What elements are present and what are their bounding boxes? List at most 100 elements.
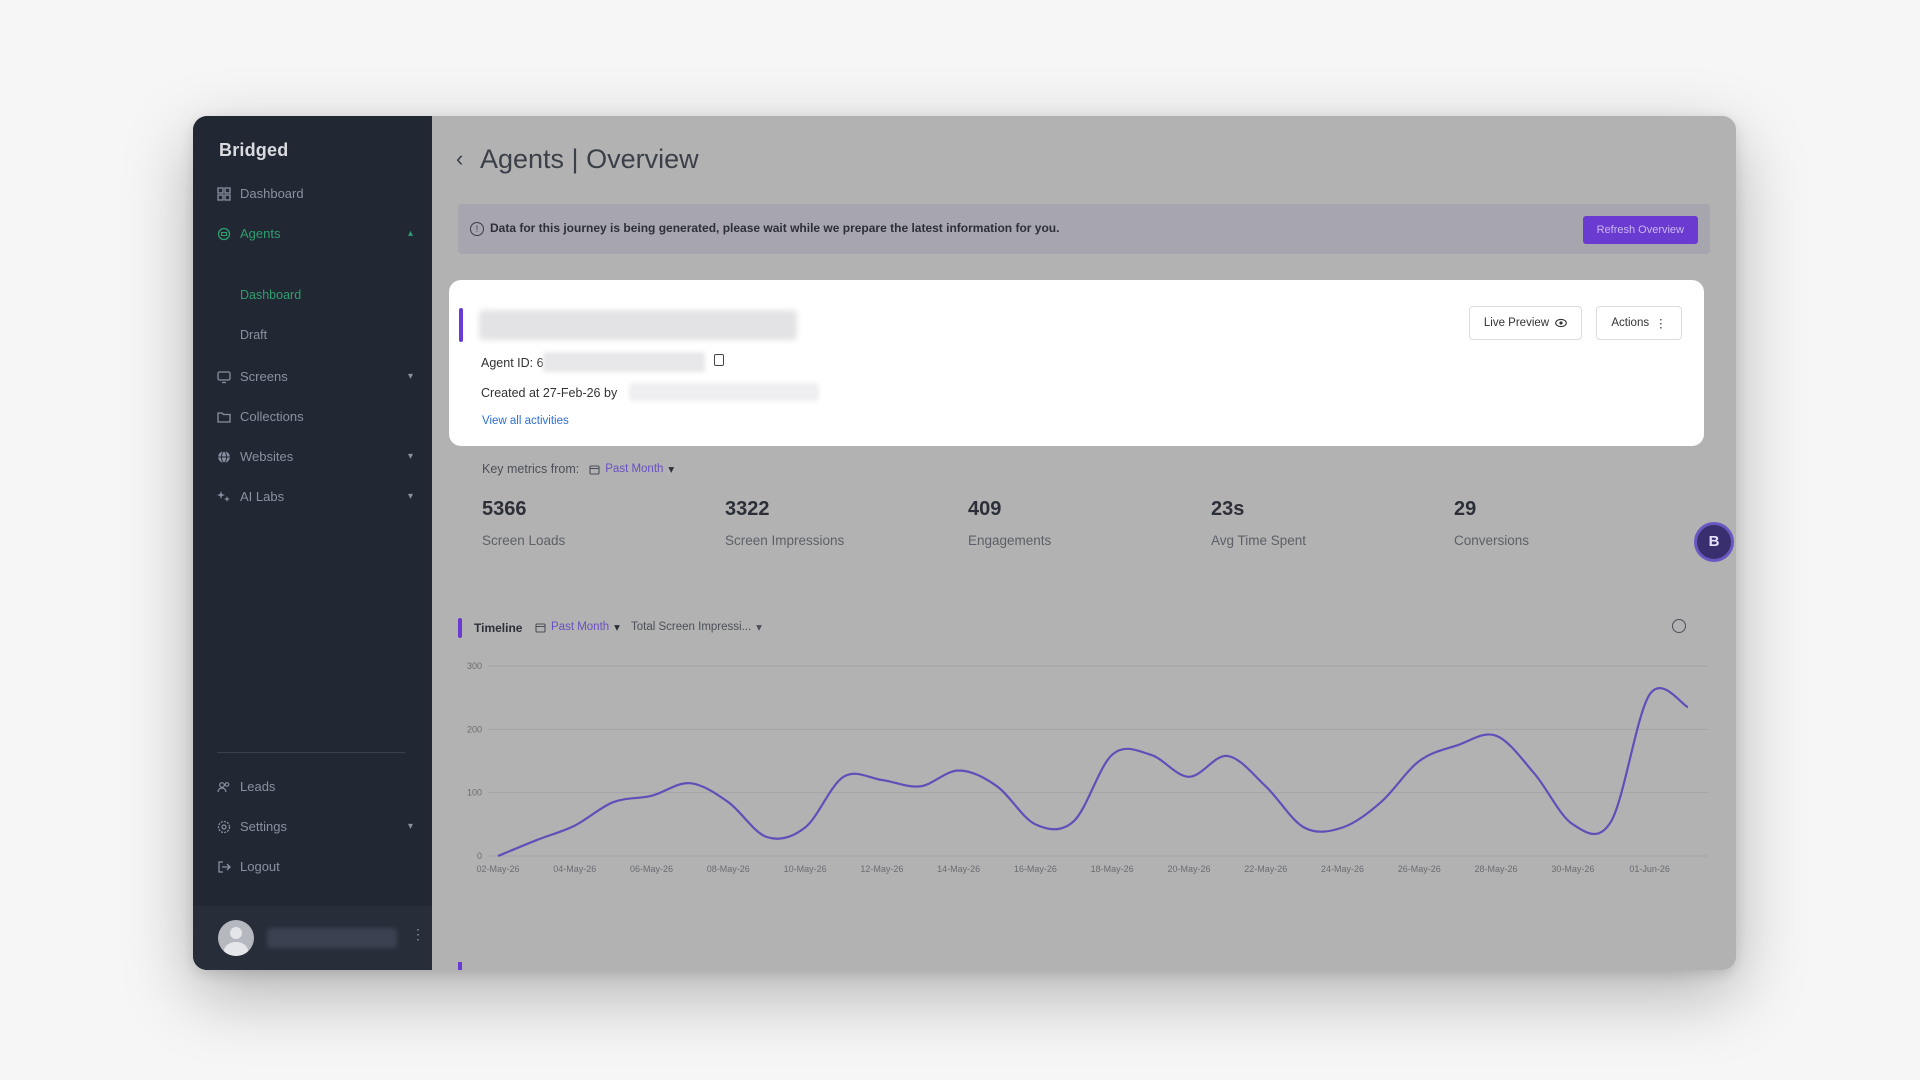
sidebar-item-ai-labs[interactable]: AI Labs ▾ <box>217 489 413 504</box>
more-vertical-icon[interactable]: ⋮ <box>411 926 425 943</box>
x-tick-label: 10-May-26 <box>784 864 827 874</box>
sidebar-item-label: Logout <box>240 859 280 874</box>
creator-redacted <box>629 383 819 401</box>
sidebar-item-label: Leads <box>240 779 276 794</box>
logout-icon <box>218 860 231 873</box>
sidebar-item-dashboard[interactable]: Dashboard <box>217 186 413 201</box>
y-tick-label: 200 <box>467 724 482 734</box>
user-profile[interactable]: ⋮ <box>193 906 432 970</box>
sidebar-item-leads[interactable]: Leads <box>217 779 413 794</box>
sidebar-item-label: Agents <box>240 226 281 241</box>
x-tick-label: 16-May-26 <box>1014 864 1057 874</box>
grid-icon <box>217 186 231 201</box>
actions-label: Actions <box>1611 317 1650 329</box>
created-label: Created at 27-Feb-26 by <box>481 386 618 400</box>
sidebar-item-label: Dashboard <box>240 186 304 201</box>
live-preview-button[interactable]: Live Preview <box>1469 306 1582 340</box>
x-tick-label: 06-May-26 <box>630 864 673 874</box>
main-content: ‹ Agents | Overview ! Data for this jour… <box>432 116 1736 970</box>
chart-settings-icon[interactable] <box>1672 619 1686 633</box>
metric-label: Engagements <box>968 533 1052 548</box>
sidebar-item-label: Collections <box>240 409 304 424</box>
agent-card: Agent ID: 6 Created at 27-Feb-26 by View… <box>449 280 1704 446</box>
metric-value: 5366 <box>482 498 527 520</box>
sidebar-subitem-draft[interactable]: Draft <box>240 328 267 342</box>
chat-widget-button[interactable]: B <box>1694 522 1734 562</box>
sidebar-item-collections[interactable]: Collections <box>217 409 413 424</box>
metric-engagements: 409 Engagements <box>968 498 1051 548</box>
chevron-down-icon: ▾ <box>407 491 413 502</box>
users-icon <box>217 781 230 792</box>
sparkle-icon <box>217 490 230 502</box>
agent-id-redacted <box>543 352 705 372</box>
metric-value: 3322 <box>725 498 770 520</box>
chevron-down-icon: ▾ <box>407 371 413 382</box>
app-window: Bridged Dashboard Agents ▴ Dashboard Dra… <box>193 116 1736 970</box>
series-line <box>497 687 1689 858</box>
x-tick-label: 30-May-26 <box>1551 864 1594 874</box>
info-banner: ! Data for this journey is being generat… <box>458 204 1710 254</box>
user-name-redacted <box>267 928 397 948</box>
logo: Bridged <box>219 140 289 160</box>
timeline-period-select[interactable]: Past Month ▾ <box>535 620 620 634</box>
chevron-down-icon: ▾ <box>614 622 620 634</box>
sidebar-item-logout[interactable]: Logout <box>217 859 413 874</box>
globe-icon <box>218 450 230 463</box>
actions-button[interactable]: Actions ⋮ <box>1596 306 1682 340</box>
card-accent-bar <box>459 308 463 342</box>
key-metrics-header: Key metrics from: Past Month ▾ <box>482 462 674 476</box>
x-tick-label: 08-May-26 <box>707 864 750 874</box>
timeline-metric-value: Total Screen Impressi... <box>631 621 752 633</box>
y-tick-label: 300 <box>467 661 482 671</box>
timeline-accent-bar <box>458 618 462 638</box>
key-metrics-label: Key metrics from: <box>482 462 580 476</box>
sidebar-subitem-dashboard[interactable]: Dashboard <box>240 288 301 302</box>
y-tick-label: 0 <box>477 851 482 861</box>
sidebar-item-label: Settings <box>240 819 287 834</box>
metric-screen-loads: 5366 Screen Loads <box>482 498 565 548</box>
timeline-period-value: Past Month <box>551 621 610 633</box>
copy-icon[interactable] <box>714 354 724 366</box>
metrics-period-select[interactable]: Past Month ▾ <box>589 462 674 476</box>
sidebar: Bridged Dashboard Agents ▴ Dashboard Dra… <box>193 116 432 970</box>
x-tick-label: 02-May-26 <box>476 864 519 874</box>
gear-icon <box>217 820 231 833</box>
page-title: Agents | Overview <box>480 144 699 174</box>
metric-conversions: 29 Conversions <box>1454 498 1529 548</box>
agent-icon <box>217 227 231 240</box>
eye-icon <box>1555 318 1567 328</box>
chevron-down-icon: ▾ <box>407 451 413 462</box>
folder-icon <box>217 411 231 423</box>
sidebar-item-screens[interactable]: Screens ▾ <box>217 369 413 384</box>
refresh-overview-button[interactable]: Refresh Overview <box>1582 216 1698 244</box>
metric-screen-impressions: 3322 Screen Impressions <box>725 498 844 548</box>
timeline-metric-select[interactable]: Total Screen Impressi... ▾ <box>631 620 762 634</box>
live-preview-label: Live Preview <box>1483 317 1550 329</box>
x-tick-label: 24-May-26 <box>1321 864 1364 874</box>
sidebar-item-label: AI Labs <box>240 489 285 504</box>
x-tick-label: 20-May-26 <box>1167 864 1210 874</box>
sidebar-item-settings[interactable]: Settings ▾ <box>217 819 413 834</box>
metric-value: 23s <box>1211 498 1245 520</box>
metric-value: 29 <box>1454 498 1477 520</box>
timeline-title: Timeline <box>474 621 523 635</box>
sidebar-item-agents[interactable]: Agents ▴ <box>217 226 413 241</box>
calendar-icon <box>535 622 546 633</box>
back-chevron-icon[interactable]: ‹ <box>456 146 463 172</box>
more-vertical-icon: ⋮ <box>1655 318 1667 330</box>
banner-text: Data for this journey is being generated… <box>490 221 1060 235</box>
agent-name-redacted <box>479 310 797 340</box>
sidebar-item-label: Websites <box>240 449 294 464</box>
view-all-activities-link[interactable]: View all activities <box>482 415 569 427</box>
sidebar-item-websites[interactable]: Websites ▾ <box>217 449 413 464</box>
metric-label: Screen Impressions <box>725 533 845 548</box>
chevron-down-icon: ▾ <box>407 821 413 832</box>
x-tick-label: 18-May-26 <box>1091 864 1134 874</box>
metric-value: 409 <box>968 498 1002 520</box>
metric-label: Avg Time Spent <box>1211 533 1307 548</box>
agent-id-label: Agent ID: 6 <box>481 356 544 370</box>
y-tick-label: 100 <box>467 788 482 798</box>
chevron-down-icon: ▾ <box>668 464 675 476</box>
x-tick-label: 12-May-26 <box>860 864 903 874</box>
metric-label: Screen Loads <box>482 533 566 548</box>
